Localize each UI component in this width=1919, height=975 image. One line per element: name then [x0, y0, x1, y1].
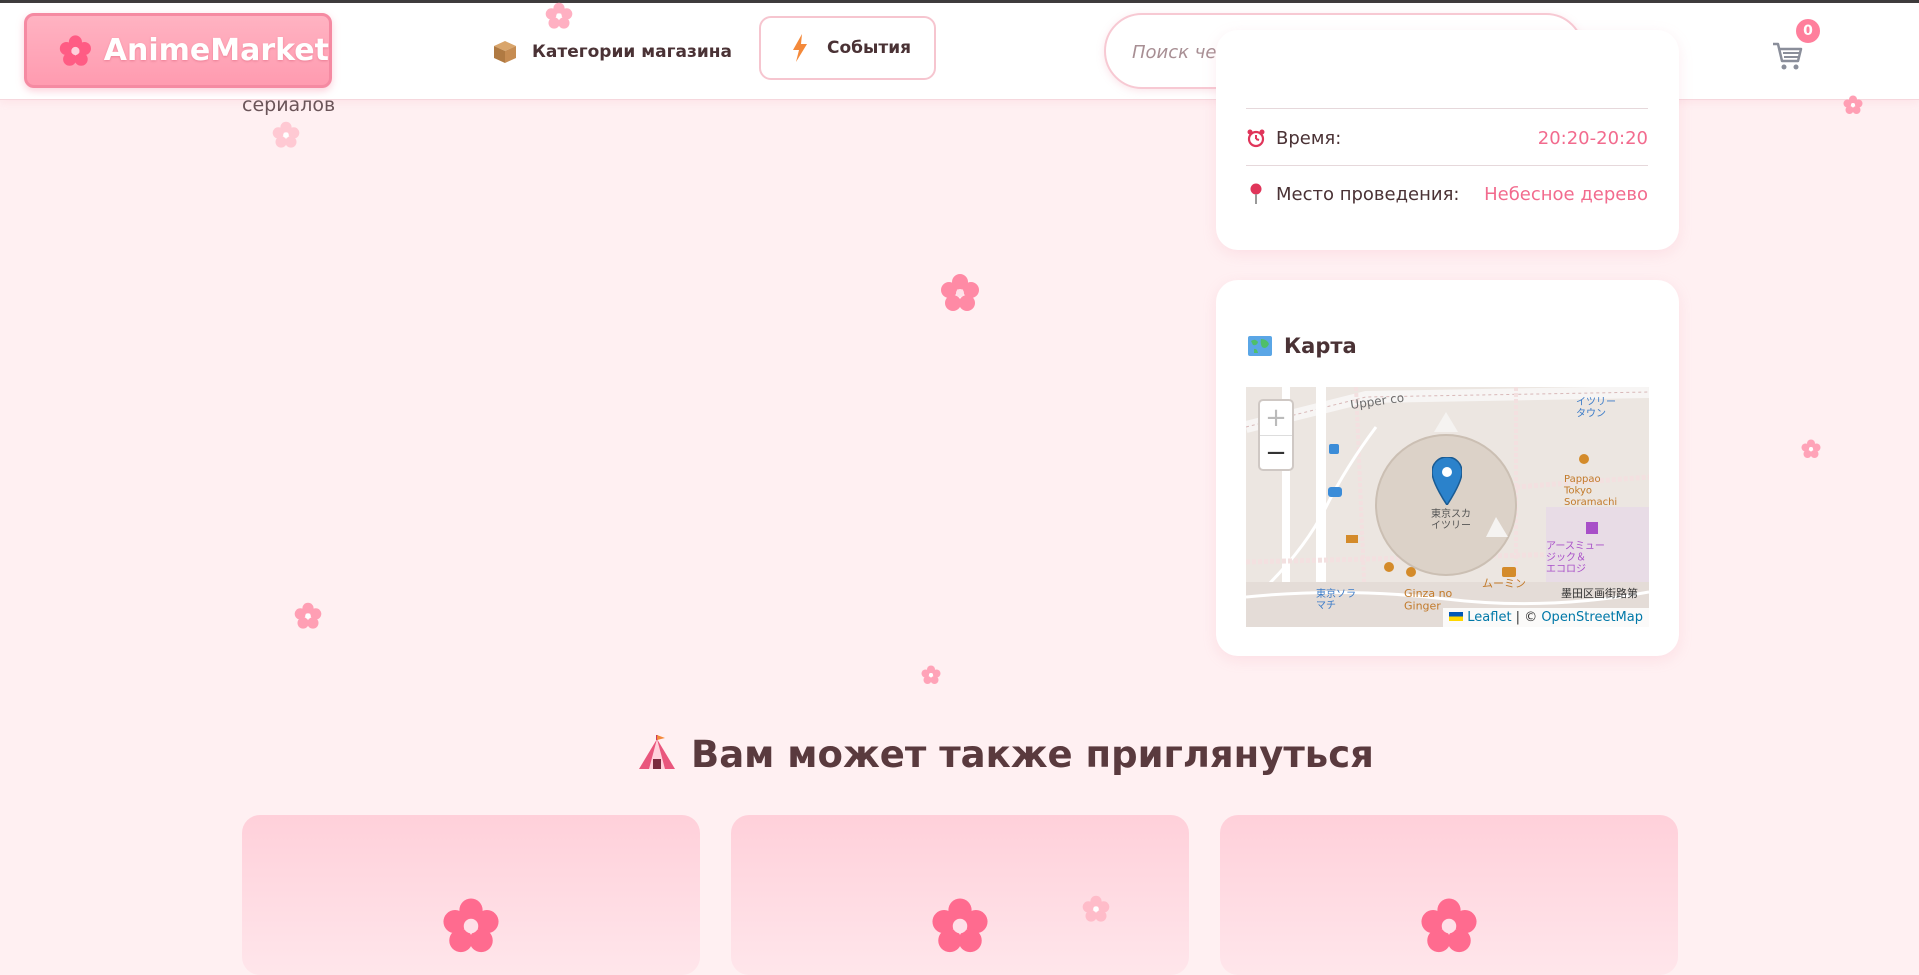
alarm-clock-icon: [1247, 129, 1265, 148]
nav-categories-label: Категории магазина: [532, 42, 732, 62]
map-title: Карта: [1248, 334, 1357, 358]
world-map-icon: [1248, 336, 1272, 356]
circus-tent-icon: [639, 734, 675, 769]
divider: [1246, 165, 1648, 166]
lightning-icon: [793, 34, 807, 62]
nav-categories[interactable]: Категории магазина: [492, 35, 732, 69]
zoom-out-button[interactable]: −: [1260, 436, 1292, 470]
leaflet-link[interactable]: Leaflet: [1467, 610, 1511, 625]
logo-button[interactable]: AnimeMarket: [24, 13, 332, 88]
map-label-skytree: 東京スカイツリー: [1431, 507, 1471, 532]
attribution-separator: | ©: [1511, 610, 1542, 625]
osm-link[interactable]: OpenStreetMap: [1541, 610, 1643, 625]
zoom-in-button[interactable]: +: [1260, 401, 1292, 436]
time-row: Время: 20:20-20:20: [1246, 126, 1648, 150]
nav-events-label: События: [827, 38, 912, 58]
sakura-logo-icon: [59, 34, 91, 66]
place-label: Место проведения:: [1276, 183, 1460, 205]
cart-count-badge: 0: [1794, 17, 1822, 45]
ukraine-flag-icon: [1449, 612, 1464, 621]
place-row: Место проведения: Небесное дерево: [1246, 182, 1648, 206]
map-zoom-control: + −: [1258, 399, 1294, 471]
map-marker-icon[interactable]: [1432, 457, 1462, 505]
map-label-sumida: 墨田区画街路第: [1561, 586, 1638, 600]
sakura-petal-icon: [545, 2, 573, 29]
sakura-petal-icon: [272, 121, 300, 148]
recommendations-title: Вам может также приглянуться: [637, 733, 1374, 776]
logo-text: AnimeMarket: [103, 33, 329, 68]
sakura-petal-icon: [1082, 895, 1110, 922]
box-icon: [494, 41, 516, 63]
map-view[interactable]: Upper co 東京スカイツリー イツリータウン Pappao Tokyo Sor…: [1246, 387, 1649, 627]
recommendation-card[interactable]: [731, 815, 1189, 975]
map-label-muumin: ムーミン: [1482, 577, 1526, 590]
place-value: Небесное дерево: [1484, 183, 1648, 205]
sakura-icon: [443, 898, 499, 953]
map-attribution: Leaflet | © OpenStreetMap: [1443, 608, 1649, 627]
time-label: Время:: [1276, 127, 1342, 149]
divider: [1246, 108, 1648, 109]
nav-events[interactable]: События: [759, 16, 936, 80]
map-tiles: Upper co 東京スカイツリー イツリータウン Pappao Tokyo Sor…: [1246, 387, 1649, 627]
cart-icon[interactable]: [1771, 39, 1805, 73]
sakura-petal-icon: [1801, 439, 1821, 458]
pushpin-icon: [1250, 183, 1262, 204]
sakura-petal-icon: [941, 274, 979, 311]
recommendation-card[interactable]: [242, 815, 700, 975]
sakura-petal-icon: [1843, 95, 1863, 114]
sakura-icon: [932, 898, 988, 953]
sakura-petal-icon: [294, 602, 322, 629]
recommendation-card[interactable]: [1220, 815, 1678, 975]
sakura-petal-icon: [921, 665, 941, 684]
description-fragment: сериалов: [242, 94, 336, 116]
sakura-icon: [1421, 898, 1477, 953]
time-value: 20:20-20:20: [1537, 127, 1648, 149]
